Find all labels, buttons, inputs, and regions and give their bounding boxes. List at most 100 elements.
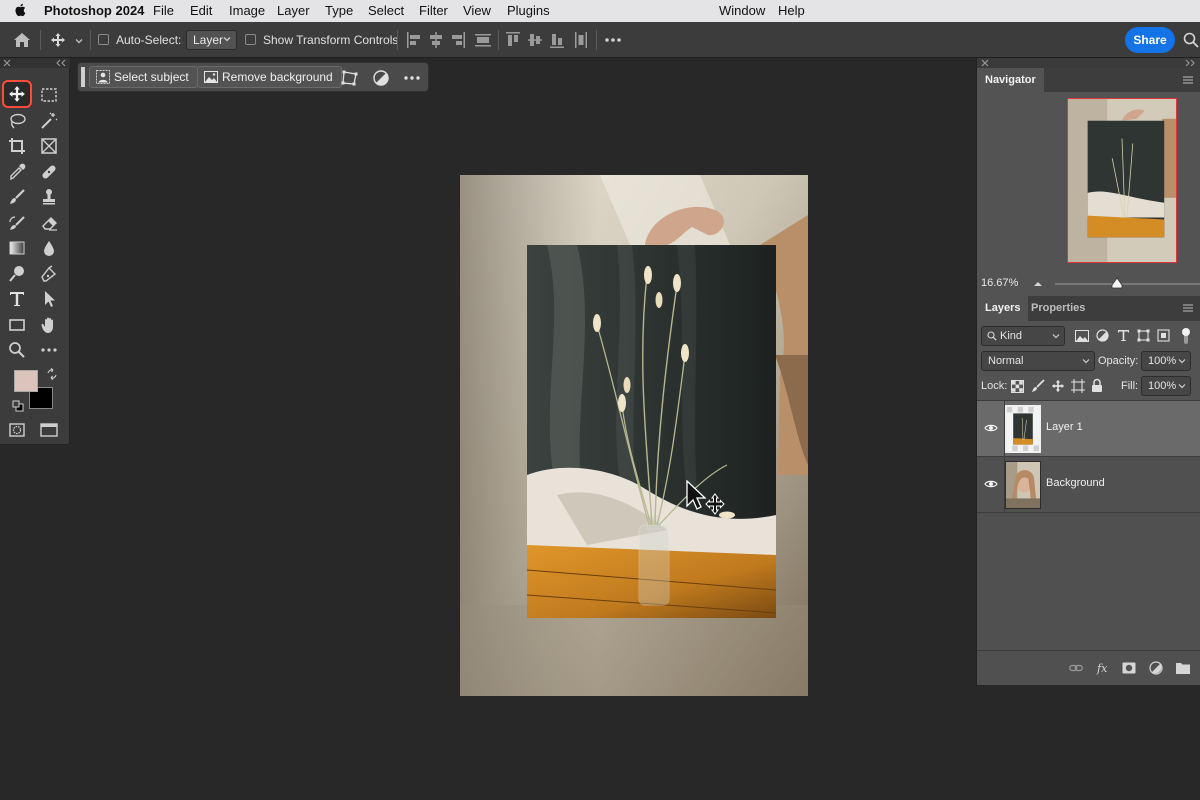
clone-stamp-tool[interactable] xyxy=(36,186,62,208)
pen-tool[interactable] xyxy=(36,263,62,285)
menu-select[interactable]: Select xyxy=(368,3,404,19)
eyedropper-tool[interactable] xyxy=(4,161,30,183)
menu-edit[interactable]: Edit xyxy=(190,3,212,19)
menu-window[interactable]: Window xyxy=(719,3,765,19)
tab-properties[interactable]: Properties xyxy=(1023,296,1093,320)
adjustment-icon[interactable] xyxy=(372,69,390,87)
filter-smart-object-icon[interactable] xyxy=(1157,329,1170,342)
filter-shape-icon[interactable] xyxy=(1137,329,1150,342)
show-transform-checkbox[interactable] xyxy=(245,34,256,45)
default-colors-icon[interactable] xyxy=(12,400,24,412)
lock-position-icon[interactable] xyxy=(1051,379,1065,393)
healing-brush-tool[interactable] xyxy=(36,161,62,183)
opacity-input[interactable]: 100% xyxy=(1141,351,1191,371)
navigator-thumbnail[interactable] xyxy=(1067,98,1177,263)
remove-background-button[interactable]: Remove background xyxy=(197,66,342,88)
layer-1-image[interactable] xyxy=(527,245,776,618)
lock-transparent-pixels-icon[interactable] xyxy=(1011,380,1024,393)
zoom-out-icon[interactable] xyxy=(1032,280,1044,288)
home-icon[interactable] xyxy=(12,31,32,49)
align-horizontal-centers-icon[interactable] xyxy=(428,31,444,49)
align-top-edges-icon[interactable] xyxy=(505,31,521,49)
app-name-menu[interactable]: Photoshop 2024 xyxy=(44,3,144,19)
crop-tool[interactable] xyxy=(4,135,30,157)
align-bottom-edges-icon[interactable] xyxy=(549,31,565,49)
close-icon[interactable] xyxy=(981,59,989,67)
search-icon[interactable] xyxy=(1183,32,1199,48)
brush-tool[interactable] xyxy=(4,186,30,208)
menu-filter[interactable]: Filter xyxy=(419,3,448,19)
type-tool[interactable] xyxy=(4,288,30,310)
filter-adjustment-icon[interactable] xyxy=(1096,329,1109,342)
move-tool-icon[interactable] xyxy=(50,32,66,48)
close-icon[interactable] xyxy=(3,59,11,67)
layer-name[interactable]: Layer 1 xyxy=(1046,421,1083,433)
collapse-icon[interactable] xyxy=(1185,59,1195,67)
eye-icon[interactable] xyxy=(984,421,998,435)
drag-handle[interactable] xyxy=(81,67,85,87)
menu-type[interactable]: Type xyxy=(325,3,353,19)
add-mask-icon[interactable] xyxy=(1122,661,1136,675)
hand-tool[interactable] xyxy=(36,314,62,336)
folder-icon[interactable] xyxy=(1175,661,1191,675)
screen-mode-button[interactable] xyxy=(36,419,62,441)
tools-panel-header[interactable] xyxy=(0,58,70,68)
more-options-icon[interactable] xyxy=(403,73,421,83)
blur-tool[interactable] xyxy=(36,237,62,259)
panel-dock-header[interactable] xyxy=(977,58,1200,68)
eye-icon[interactable] xyxy=(984,477,998,491)
new-adjustment-layer-icon[interactable] xyxy=(1149,661,1163,675)
filter-toggle-icon[interactable] xyxy=(1180,327,1192,344)
menu-layer[interactable]: Layer xyxy=(277,3,310,19)
menu-help[interactable]: Help xyxy=(778,3,805,19)
layer-row-layer-1[interactable]: Layer 1 xyxy=(977,401,1200,457)
align-vertical-centers-icon[interactable] xyxy=(527,31,543,49)
align-left-edges-icon[interactable] xyxy=(406,31,422,49)
chevron-down-icon[interactable] xyxy=(74,36,84,46)
menu-view[interactable]: View xyxy=(463,3,491,19)
rectangle-tool[interactable] xyxy=(4,314,30,336)
swap-colors-icon[interactable] xyxy=(46,368,58,380)
blend-mode-dropdown[interactable]: Normal xyxy=(981,351,1095,371)
fill-input[interactable]: 100% xyxy=(1141,376,1191,396)
filter-pixel-icon[interactable] xyxy=(1075,330,1089,342)
distribute-vertical-icon[interactable] xyxy=(474,31,492,49)
menu-file[interactable]: File xyxy=(153,3,174,19)
panel-menu-icon[interactable] xyxy=(1182,76,1194,84)
history-brush-tool[interactable] xyxy=(4,212,30,234)
path-selection-tool[interactable] xyxy=(36,288,62,310)
auto-select-checkbox[interactable] xyxy=(98,34,109,45)
tab-layers[interactable]: Layers xyxy=(977,296,1029,321)
panel-menu-icon[interactable] xyxy=(1182,304,1194,312)
filter-type-icon[interactable] xyxy=(1117,329,1130,342)
menu-image[interactable]: Image xyxy=(229,3,265,19)
eraser-tool[interactable] xyxy=(36,212,62,234)
layer-name[interactable]: Background xyxy=(1046,477,1105,489)
move-tool[interactable] xyxy=(2,80,32,108)
filter-kind-dropdown[interactable]: Kind xyxy=(981,326,1065,346)
lock-all-icon[interactable] xyxy=(1091,378,1103,393)
distribute-horizontal-icon[interactable] xyxy=(573,31,589,49)
edit-toolbar-button[interactable] xyxy=(36,339,62,361)
quick-mask-mode-button[interactable] xyxy=(4,419,30,441)
gradient-tool[interactable] xyxy=(4,237,30,259)
foreground-color-swatch[interactable] xyxy=(14,370,38,392)
zoom-slider-track[interactable] xyxy=(1055,283,1200,285)
share-button[interactable]: Share xyxy=(1125,27,1175,53)
select-subject-button[interactable]: Select subject xyxy=(89,66,198,88)
align-right-edges-icon[interactable] xyxy=(450,31,466,49)
fx-icon[interactable]: fx xyxy=(1096,661,1112,675)
auto-select-dropdown[interactable]: Layer xyxy=(186,30,237,50)
lock-artboard-icon[interactable] xyxy=(1071,379,1085,393)
frame-tool[interactable] xyxy=(36,135,62,157)
zoom-slider-thumb[interactable] xyxy=(1111,277,1123,289)
menu-plugins[interactable]: Plugins xyxy=(507,3,550,19)
transform-icon[interactable] xyxy=(341,69,359,87)
more-options-icon[interactable] xyxy=(604,35,622,45)
layer-row-background[interactable]: Background xyxy=(977,457,1200,513)
lasso-tool[interactable] xyxy=(4,110,30,132)
tab-navigator[interactable]: Navigator xyxy=(977,68,1044,92)
rectangular-marquee-tool[interactable] xyxy=(36,84,62,106)
zoom-level[interactable]: 16.67% xyxy=(981,277,1018,289)
magic-wand-tool[interactable] xyxy=(36,110,62,132)
